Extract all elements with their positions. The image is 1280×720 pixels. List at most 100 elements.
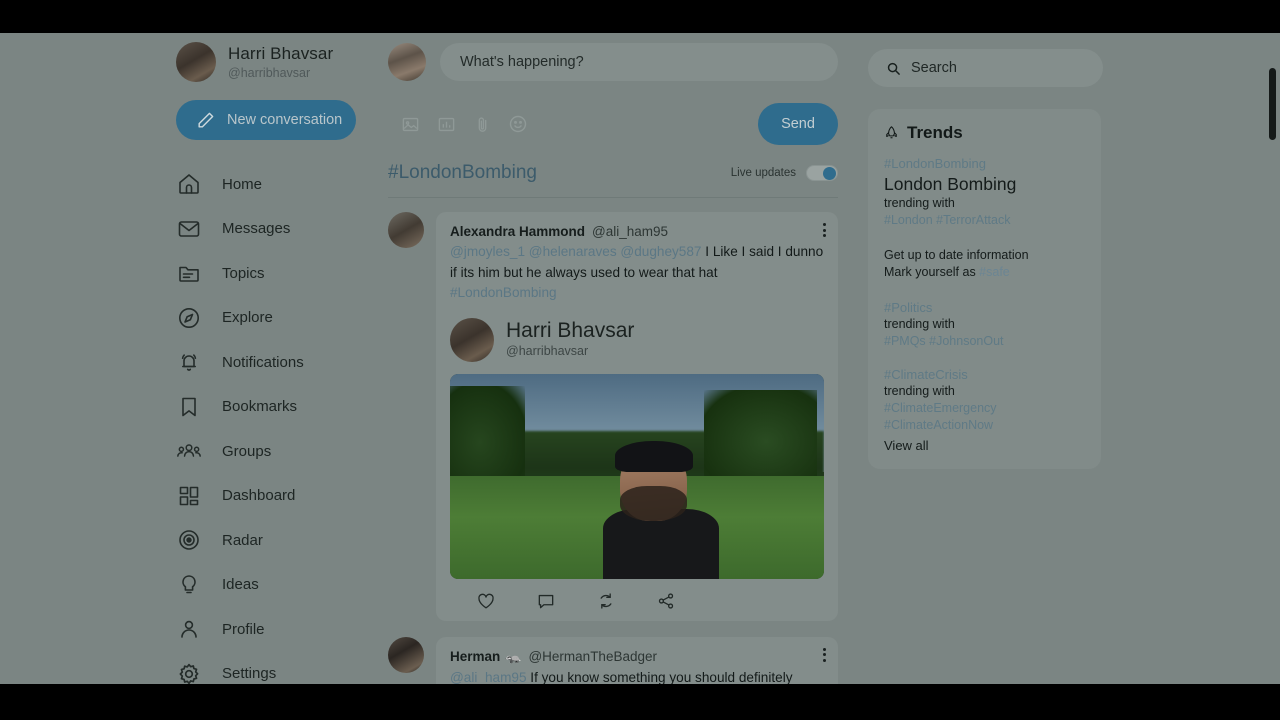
sidebar-item-radar[interactable]: Radar	[176, 518, 376, 563]
people-group-icon	[176, 439, 202, 463]
pencil-icon	[196, 111, 215, 130]
post-item: Alexandra Hammond @ali_ham95 @jmoyles_1 …	[388, 212, 838, 621]
post-item: Herman 🦡 @HermanTheBadger @ali_ham95 If …	[388, 636, 838, 685]
trend-name: London Bombing	[884, 174, 1017, 194]
quote-author-name: Harri Bhavsar	[506, 319, 635, 343]
emoji-smiley-icon[interactable]	[500, 114, 536, 134]
new-conversation-label: New conversation	[227, 112, 343, 128]
trend-related-tags[interactable]: #PMQs #JohnsonOut	[884, 333, 1085, 350]
trend-related-tag-1[interactable]: #ClimateEmergency	[884, 400, 1085, 417]
sidebar-item-settings[interactable]: Settings	[176, 652, 376, 684]
sidebar-item-label: Notifications	[222, 353, 304, 371]
post-card[interactable]: Herman 🦡 @HermanTheBadger @ali_ham95 If …	[436, 636, 838, 685]
sidebar-item-groups[interactable]: Groups	[176, 429, 376, 474]
sidebar-item-notifications[interactable]: Notifications	[176, 340, 376, 385]
screen: Harri Bhavsar @harribhavsar New conversa…	[0, 0, 1280, 720]
avatar	[176, 42, 216, 82]
post-mentions[interactable]: @ali_ham95	[450, 670, 527, 685]
sidebar-profile[interactable]: Harri Bhavsar @harribhavsar	[176, 42, 376, 82]
sidebar-item-topics[interactable]: Topics	[176, 251, 376, 296]
post-body-text: If you know something you should definit…	[526, 669, 793, 685]
sidebar-item-ideas[interactable]: Ideas	[176, 563, 376, 608]
image-icon[interactable]	[392, 115, 428, 134]
letterbox-top	[0, 0, 1280, 33]
live-updates-toggle[interactable]	[806, 165, 838, 181]
repost-icon[interactable]	[576, 591, 636, 611]
post-mentions[interactable]: @jmoyles_1 @helenaraves @dughey587	[450, 244, 702, 259]
main-feed-column: What's happening? Send #LondonBombing Li…	[388, 33, 838, 684]
new-conversation-button[interactable]: New conversation	[176, 100, 356, 140]
more-vertical-icon[interactable]	[823, 647, 826, 662]
send-button[interactable]: Send	[758, 103, 838, 145]
more-vertical-icon[interactable]	[823, 223, 826, 237]
post-author-handle: @ali_ham95	[592, 224, 669, 239]
sidebar-item-explore[interactable]: Explore	[176, 296, 376, 341]
gear-icon	[176, 662, 202, 684]
paperclip-icon[interactable]	[464, 115, 500, 134]
post-avatar[interactable]	[388, 636, 424, 673]
letterbox-bottom	[0, 684, 1280, 720]
quote-avatar[interactable]	[450, 317, 494, 362]
home-icon	[176, 172, 202, 196]
poll-chart-icon[interactable]	[428, 115, 464, 134]
sidebar-item-label: Groups	[222, 442, 272, 460]
trends-header: Trends	[884, 123, 1085, 143]
sidebar-item-messages[interactable]: Messages	[176, 207, 376, 252]
scrollbar-thumb[interactable]	[1269, 68, 1276, 140]
post-author-name: Herman	[450, 648, 501, 664]
app-surface: Harri Bhavsar @harribhavsar New conversa…	[0, 33, 1280, 684]
trends-title: Trends	[907, 123, 963, 142]
sidebar-item-profile[interactable]: Profile	[176, 607, 376, 652]
post-card[interactable]: Alexandra Hammond @ali_ham95 @jmoyles_1 …	[436, 212, 838, 621]
photo-tree-left	[450, 385, 525, 481]
folder-list-icon	[176, 261, 202, 285]
radar-target-icon	[176, 528, 202, 552]
quote-author-handle: @harribhavsar	[506, 344, 589, 359]
sidebar-item-label: Topics	[222, 264, 265, 282]
sidebar-item-dashboard[interactable]: Dashboard	[176, 474, 376, 519]
trend-hashtag[interactable]: #Politics	[884, 299, 1085, 316]
lightbulb-icon	[176, 573, 202, 597]
trend-item[interactable]: #LondonBombing London Bombing trending w…	[884, 155, 1085, 229]
trend-hashtag[interactable]: #LondonBombing	[884, 155, 1085, 172]
trend-item[interactable]: #ClimateCrisis trending with #ClimateEme…	[884, 366, 1085, 434]
sidebar-item-label: Messages	[222, 220, 291, 238]
sidebar-item-label: Profile	[222, 620, 265, 638]
post-avatar[interactable]	[388, 212, 424, 248]
composer-input[interactable]: What's happening?	[440, 43, 838, 81]
sidebar-item-bookmarks[interactable]: Bookmarks	[176, 385, 376, 430]
comment-icon[interactable]	[516, 591, 576, 611]
safety-info-line: Get up to date information	[884, 248, 1029, 262]
trend-item[interactable]: #Politics trending with #PMQs #JohnsonOu…	[884, 299, 1085, 350]
heart-like-icon[interactable]	[456, 591, 516, 611]
trend-hashtag[interactable]: #ClimateCrisis	[884, 366, 1085, 383]
sidebar: Harri Bhavsar @harribhavsar New conversa…	[176, 33, 376, 684]
post-text: @jmoyles_1 @helenaraves @dughey587 I Lik…	[450, 242, 824, 304]
post-text: @ali_ham95 If you know something you sho…	[450, 668, 824, 685]
post-hashtag[interactable]: #LondonBombing	[450, 285, 557, 300]
send-label: Send	[781, 116, 815, 132]
trend-subtitle: trending with	[884, 317, 955, 331]
view-all-trends-link[interactable]: View all	[884, 438, 1085, 453]
post-actions	[450, 591, 824, 611]
profile-name: Harri Bhavsar	[228, 44, 334, 64]
search-input[interactable]: Search	[868, 49, 1103, 87]
trend-safety-notice: Get up to date information Mark yourself…	[884, 247, 1085, 281]
trend-related-tags[interactable]: #London #TerrorAttack	[884, 212, 1085, 229]
composer: What's happening?	[388, 43, 838, 81]
share-icon[interactable]	[636, 591, 696, 611]
trend-subtitle: trending with	[884, 196, 955, 210]
post-photo[interactable]	[450, 373, 824, 579]
scrollbar[interactable]	[1266, 66, 1280, 684]
topic-hashtag[interactable]: #LondonBombing	[388, 162, 537, 184]
sidebar-item-home[interactable]: Home	[176, 162, 376, 207]
quoted-post-header: Harri Bhavsar @harribhavsar	[450, 317, 824, 362]
badger-emoji-icon: 🦡	[505, 648, 522, 664]
safe-hashtag[interactable]: #safe	[979, 265, 1010, 279]
trend-related-tag-2[interactable]: #ClimateActionNow	[884, 417, 1085, 434]
bell-icon	[176, 350, 202, 374]
photo-person-beard	[620, 486, 688, 522]
sidebar-nav: Home Messages Topics Explore Notificatio…	[176, 162, 376, 684]
trends-panel: Trends #LondonBombing London Bombing tre…	[868, 109, 1101, 469]
rocket-icon	[884, 125, 899, 142]
